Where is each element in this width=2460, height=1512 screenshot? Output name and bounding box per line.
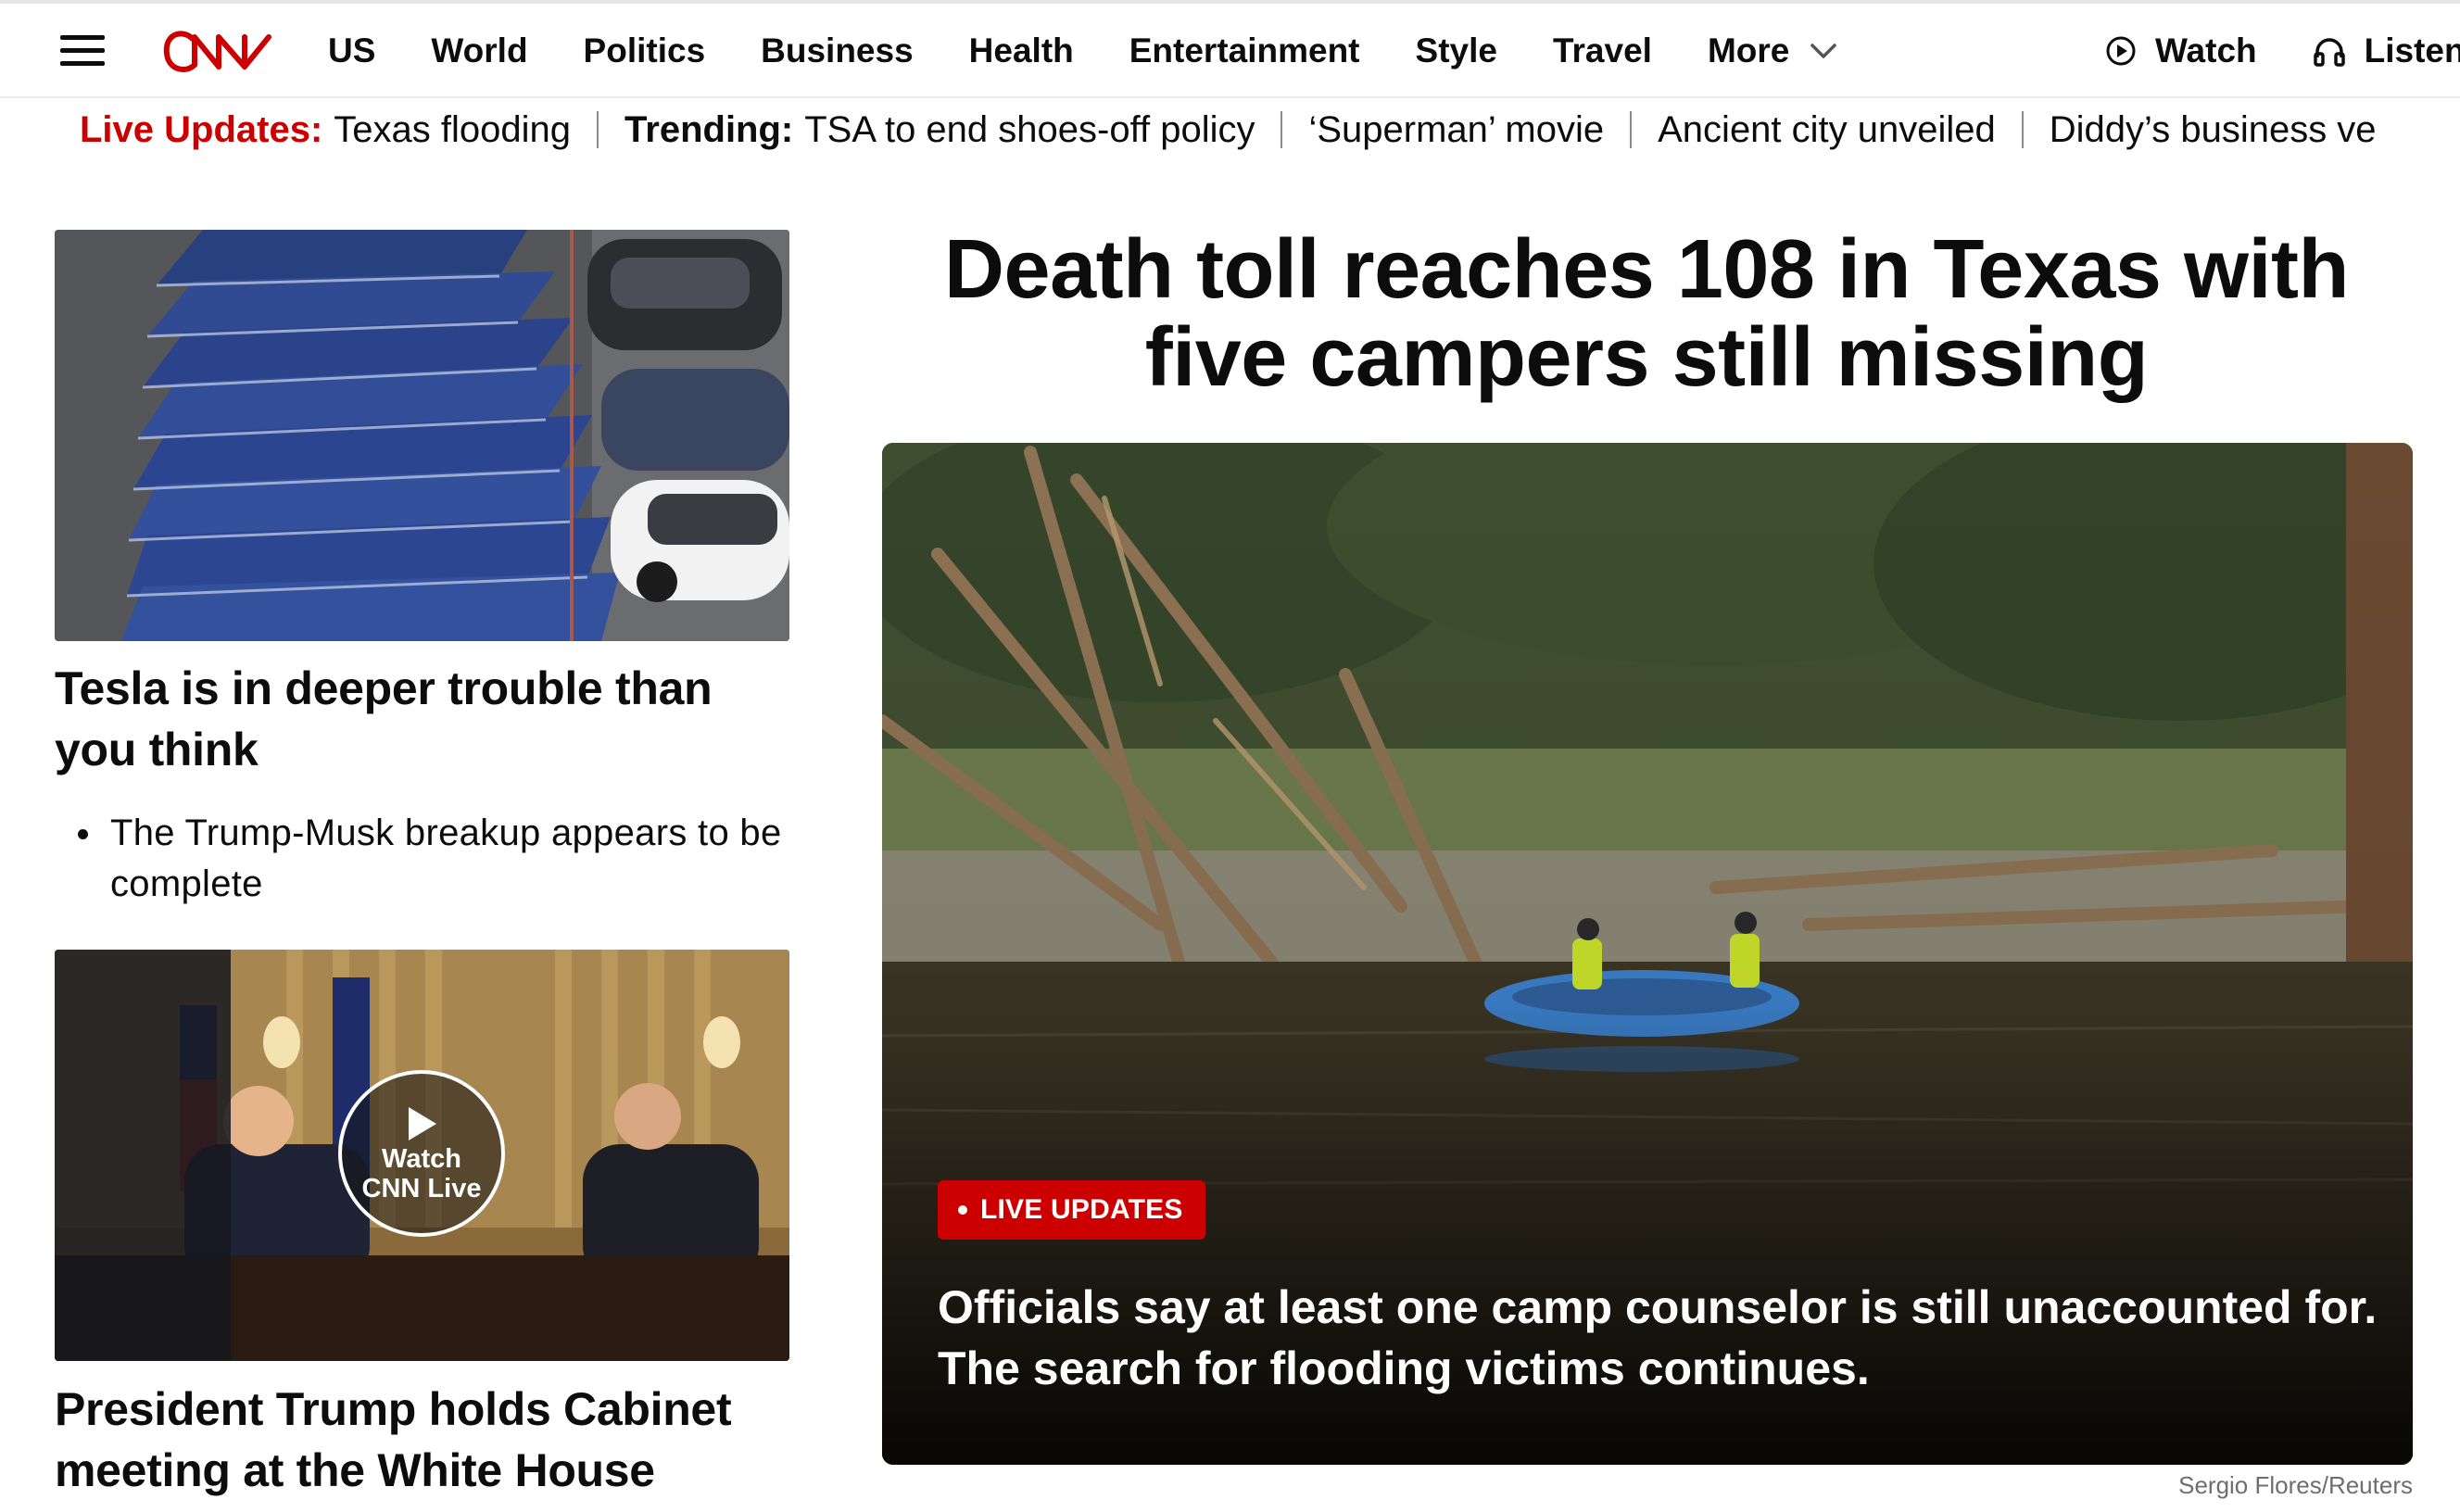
bullet-icon — [78, 829, 88, 839]
live-updates-link[interactable]: Texas flooding — [334, 109, 571, 151]
main-nav: US World Politics Business Health Entert… — [328, 4, 1893, 98]
badge-label: LIVE UPDATES — [980, 1194, 1183, 1225]
cnn-logo[interactable] — [161, 24, 274, 80]
watch-button[interactable]: Watch — [2105, 32, 2257, 70]
listen-label: Listen — [2364, 32, 2460, 69]
nav-business[interactable]: Business — [761, 32, 914, 70]
chevron-down-icon — [1810, 44, 1837, 58]
nav-travel[interactable]: Travel — [1553, 32, 1652, 70]
nav-entertainment[interactable]: Entertainment — [1129, 32, 1360, 70]
listen-button[interactable]: Listen — [2313, 32, 2460, 70]
watch-label: Watch — [2155, 32, 2257, 69]
divider — [2021, 111, 2024, 148]
header-actions: Watch Listen — [2105, 4, 2460, 98]
lead-headline[interactable]: Death toll reaches 108 in Texas with fiv… — [882, 226, 2411, 402]
nav-more-label: More — [1707, 32, 1790, 69]
play-icon — [409, 1107, 436, 1140]
play-circle-icon — [2106, 36, 2136, 66]
tesla-story-image[interactable] — [55, 230, 789, 641]
nav-world[interactable]: World — [431, 32, 527, 70]
live-updates-badge: LIVE UPDATES — [938, 1180, 1205, 1240]
nav-us[interactable]: US — [328, 32, 375, 70]
watch-cnn-live-button[interactable]: Watch CNN Live — [338, 1070, 505, 1237]
trending-link[interactable]: TSA to end shoes-off policy — [804, 109, 1255, 151]
hamburger-menu-icon[interactable] — [60, 35, 105, 67]
related-link-text: The Trump-Musk breakup appears to be com… — [110, 813, 782, 904]
live-updates-label: Live Updates: — [80, 108, 323, 150]
trending-link[interactable]: Diddy’s business ve — [2050, 109, 2377, 151]
headphones-icon — [2313, 38, 2345, 67]
nav-style[interactable]: Style — [1416, 32, 1497, 70]
site-header: US World Politics Business Health Entert… — [0, 4, 2460, 98]
divider — [1280, 111, 1283, 148]
trending-bar: Live Updates: Texas flooding Trending: T… — [80, 104, 2377, 156]
related-link[interactable]: The Trump-Musk breakup appears to be com… — [78, 808, 801, 910]
tesla-illustration — [55, 230, 789, 641]
watch-live-line1: Watch — [382, 1144, 461, 1174]
trending-link[interactable]: Ancient city unveiled — [1658, 109, 1996, 151]
cabinet-story-headline[interactable]: President Trump holds Cabinet meeting at… — [55, 1379, 796, 1501]
trending-label: Trending: — [624, 108, 794, 150]
lead-story-subhead[interactable]: Officials say at least one camp counselo… — [938, 1277, 2383, 1399]
nav-politics[interactable]: Politics — [584, 32, 706, 70]
live-dot-icon — [958, 1205, 967, 1215]
photo-credit: Sergio Flores/Reuters — [2178, 1471, 2413, 1499]
nav-more[interactable]: More — [1708, 32, 1837, 70]
trending-link[interactable]: ‘Superman’ movie — [1308, 109, 1604, 151]
nav-health[interactable]: Health — [969, 32, 1074, 70]
cabinet-meeting-video[interactable]: Watch CNN Live — [55, 950, 789, 1361]
divider — [597, 111, 599, 148]
watch-live-line2: CNN Live — [361, 1174, 482, 1203]
divider — [1630, 111, 1633, 148]
lead-story-card[interactable]: LIVE UPDATES Officials say at least one … — [882, 443, 2413, 1465]
tesla-story-headline[interactable]: Tesla is in deeper trouble than you thin… — [55, 658, 796, 780]
